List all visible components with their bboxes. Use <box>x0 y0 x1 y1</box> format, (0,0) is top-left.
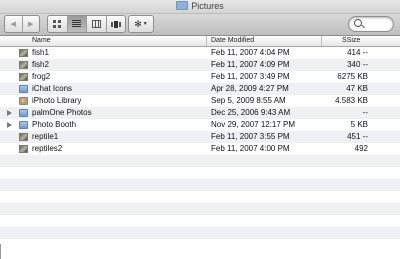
file-name: fish1 <box>32 48 49 57</box>
size-column-label: Size <box>346 37 361 44</box>
date-modified-column-header[interactable]: Date Modified <box>207 36 322 46</box>
chevron-down-icon: ▼ <box>142 21 148 27</box>
file-size: 47 KB <box>346 84 368 93</box>
folder-icon <box>176 1 189 10</box>
empty-row <box>0 179 400 191</box>
title-bar: Pictures <box>0 0 400 14</box>
iphoto-library-icon <box>19 97 28 105</box>
file-name: fish2 <box>32 60 49 69</box>
view-mode-control <box>47 15 126 33</box>
empty-row <box>0 191 400 203</box>
image-file-icon <box>19 133 28 141</box>
file-date-modified: Dec 25, 2006 9:43 AM <box>211 108 291 117</box>
file-size: 6275 KB <box>337 72 368 81</box>
chevron-left-icon: ◀ <box>10 21 16 28</box>
file-row[interactable]: iPhoto Library Sep 5, 2009 8:55 AM 4.583 K… <box>0 95 400 107</box>
size-column-header[interactable]: SSize <box>322 36 400 46</box>
search-icon <box>354 19 362 27</box>
date-column-label: Date Modified <box>211 37 255 44</box>
file-name: reptile1 <box>32 132 59 141</box>
file-date-modified: Feb 11, 2007 4:09 PM <box>211 60 290 69</box>
file-size: -- <box>362 108 368 117</box>
file-name: iPhoto Library <box>32 96 82 105</box>
column-view-button[interactable] <box>87 16 107 32</box>
cover-flow-icon <box>110 20 121 28</box>
file-row[interactable]: iChat Icons Apr 28, 2009 4:27 PM 47 KB <box>0 83 400 95</box>
action-menu-button[interactable]: ✻ ▼ <box>129 16 153 32</box>
gear-icon: ✻ <box>134 18 142 29</box>
file-size: 492 <box>354 144 368 153</box>
window-edge <box>0 244 1 259</box>
file-size: 451 -- <box>347 132 368 141</box>
file-row[interactable]: reptile1 Feb 11, 2007 3:55 PM 451 -- <box>0 131 400 143</box>
folder-icon <box>19 109 28 117</box>
list-view-icon <box>72 20 82 28</box>
file-size: 414 -- <box>347 48 368 57</box>
disclosure-triangle-icon[interactable] <box>7 110 12 116</box>
window-title-label: Pictures <box>191 1 224 11</box>
empty-row <box>0 227 400 239</box>
image-file-icon <box>19 49 28 57</box>
file-row[interactable]: frog2 Feb 11, 2007 3:49 PM 6275 KB <box>0 71 400 83</box>
action-menu: ✻ ▼ <box>128 15 154 33</box>
empty-row <box>0 215 400 227</box>
folder-icon <box>19 121 28 129</box>
empty-row <box>0 167 400 179</box>
image-file-icon <box>19 145 28 153</box>
file-row[interactable]: reptiles2 Feb 11, 2007 4:00 PM 492 <box>0 143 400 155</box>
file-size: 340 -- <box>347 60 368 69</box>
icon-view-button[interactable] <box>48 16 68 32</box>
file-date-modified: Apr 28, 2009 4:27 PM <box>211 84 289 93</box>
image-file-icon <box>19 73 28 81</box>
back-forward-control: ◀ ▶ <box>4 15 40 33</box>
list-view-button[interactable] <box>67 16 87 32</box>
file-date-modified: Feb 11, 2007 3:49 PM <box>211 72 290 81</box>
window-title: Pictures <box>0 1 400 11</box>
image-file-icon <box>19 61 28 69</box>
file-date-modified: Feb 11, 2007 3:55 PM <box>211 132 290 141</box>
file-name: palmOne Photos <box>32 108 92 117</box>
file-name: iChat Icons <box>32 84 73 93</box>
column-headers: Name Date Modified SSize <box>0 36 400 47</box>
file-date-modified: Sep 5, 2009 8:55 AM <box>211 96 286 105</box>
column-view-icon <box>91 20 101 28</box>
file-name: reptiles2 <box>32 144 63 153</box>
forward-button[interactable]: ▶ <box>23 16 40 32</box>
empty-row <box>0 203 400 215</box>
folder-icon <box>19 85 28 93</box>
file-row[interactable]: fish2 Feb 11, 2007 4:09 PM 340 -- <box>0 59 400 71</box>
name-column-label: Name <box>32 37 51 44</box>
file-date-modified: Feb 11, 2007 4:04 PM <box>211 48 290 57</box>
file-size: 4.583 KB <box>335 96 368 105</box>
search-field[interactable] <box>348 16 394 32</box>
chevron-right-icon: ▶ <box>28 21 34 28</box>
file-name: frog2 <box>32 72 51 81</box>
toolbar: ◀ ▶ ✻ ▼ <box>0 14 400 36</box>
file-row[interactable]: fish1 Feb 11, 2007 4:04 PM 414 -- <box>0 47 400 59</box>
name-column-header[interactable]: Name <box>0 36 207 46</box>
file-date-modified: Nov 29, 2007 12:17 PM <box>211 120 296 129</box>
file-size: 5 KB <box>350 120 368 129</box>
empty-row <box>0 239 400 251</box>
file-date-modified: Feb 11, 2007 4:00 PM <box>211 144 290 153</box>
empty-row <box>0 155 400 167</box>
icon-view-icon <box>53 20 62 28</box>
file-row[interactable]: Photo Booth Nov 29, 2007 12:17 PM 5 KB <box>0 119 400 131</box>
back-button[interactable]: ◀ <box>5 16 23 32</box>
file-list: fish1 Feb 11, 2007 4:04 PM 414 -- fish2 Feb … <box>0 47 400 251</box>
disclosure-triangle-icon[interactable] <box>7 122 12 128</box>
file-row[interactable]: palmOne Photos Dec 25, 2006 9:43 AM -- <box>0 107 400 119</box>
cover-flow-button[interactable] <box>107 16 126 32</box>
file-name: Photo Booth <box>32 120 77 129</box>
search-input[interactable] <box>365 18 389 29</box>
